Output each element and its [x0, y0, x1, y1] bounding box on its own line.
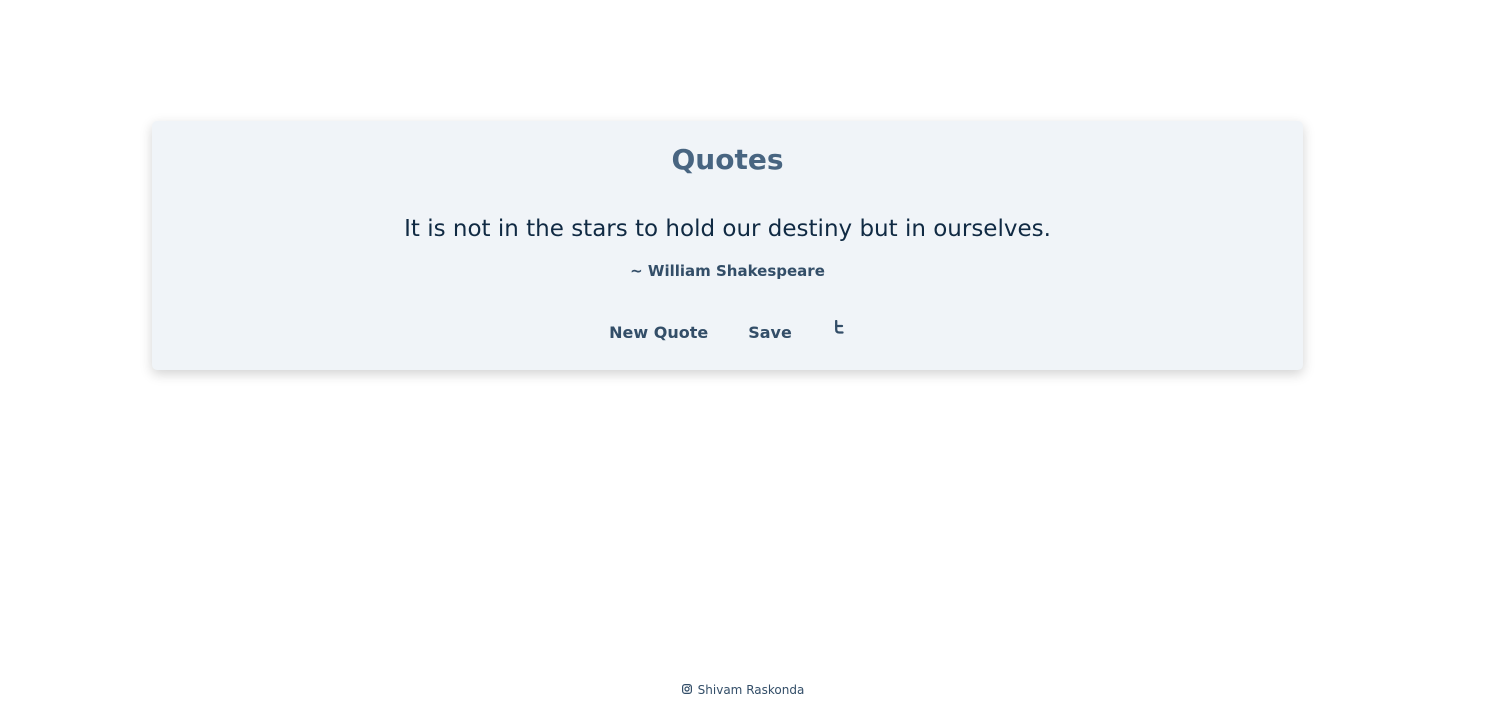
- footer-author-name: Shivam Raskonda: [697, 683, 805, 697]
- save-button[interactable]: Save: [748, 321, 792, 345]
- footer-instagram-link[interactable]: Shivam Raskonda: [681, 680, 805, 700]
- quote-author: ~ William Shakespeare: [630, 262, 825, 280]
- tweet-button[interactable]: [832, 319, 846, 340]
- new-quote-button[interactable]: New Quote: [609, 321, 708, 345]
- page-title: Quotes: [671, 143, 784, 176]
- quote-actions: New Quote Save: [152, 319, 1303, 346]
- quote-card: Quotes It is not in the stars to hold ou…: [152, 121, 1303, 370]
- twitter-icon: [834, 319, 844, 337]
- footer: Shivam Raskonda: [0, 680, 1486, 700]
- instagram-icon: [681, 680, 692, 700]
- quote-text: It is not in the stars to hold our desti…: [404, 216, 1051, 242]
- page: Quotes It is not in the stars to hold ou…: [0, 0, 1486, 705]
